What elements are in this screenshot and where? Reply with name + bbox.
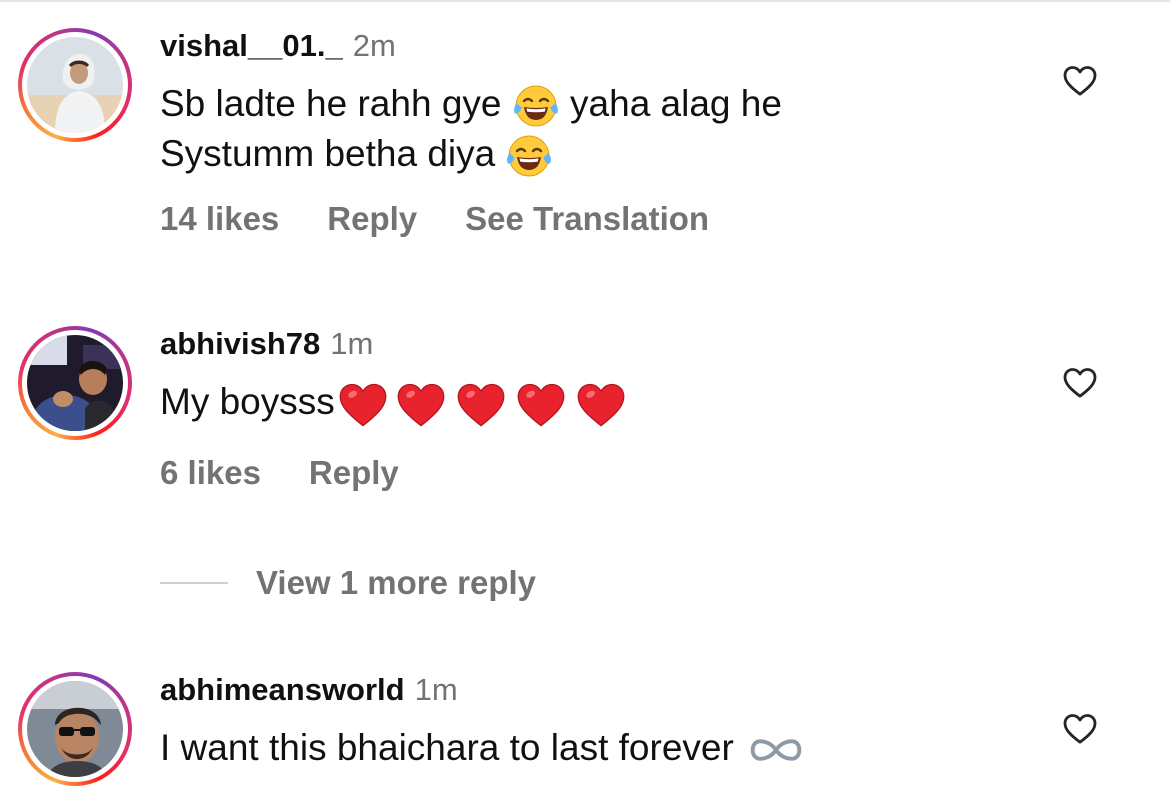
avatar[interactable] [27,37,123,133]
timestamp: 1m [414,672,458,707]
reply-button[interactable]: Reply [309,454,399,491]
comment-text-segment: Sb ladte he rahh gye [160,83,512,124]
avatar-story-ring[interactable] [18,672,132,786]
infinity-emoji-icon [748,733,804,767]
comment-text: My boysss [160,378,631,430]
comment-text-segment: I want this bhaichara to last forever [160,727,734,768]
red-heart-emoji-icon [391,378,451,430]
username[interactable]: abhimeansworld [160,672,405,707]
joy-emoji-icon [512,82,560,130]
view-more-replies-label[interactable]: View 1 more reply [256,564,536,601]
username[interactable]: abhivish78 [160,326,320,361]
heart-outline-icon[interactable] [1060,362,1100,402]
reply-thread-line [160,582,228,584]
likes-count[interactable]: 6 likes [160,454,261,491]
likes-count[interactable]: 14 likes [160,200,279,237]
comment-text-segment: Systumm betha diya [160,133,506,175]
comment-text-segment: yaha alag he [559,83,782,124]
heart-outline-icon[interactable] [1060,60,1100,100]
comment-text: I want this bhaichara to last forever [160,724,804,772]
avatar[interactable] [27,335,123,431]
avatar[interactable] [27,681,123,777]
comment-text-segment: My boysss [160,381,335,422]
see-translation-button[interactable]: See Translation [465,200,709,237]
view-more-replies-button[interactable]: View 1 more reply [160,564,536,602]
red-heart-emoji-icon [511,378,571,430]
timestamp: 1m [330,326,374,361]
red-heart-emoji-icon [335,378,391,430]
reply-button[interactable]: Reply [327,200,417,237]
timestamp: 2m [352,28,396,63]
username[interactable]: vishal__01._ [160,28,343,63]
joy-emoji-icon [505,132,553,180]
heart-outline-icon[interactable] [1060,708,1100,748]
top-divider [0,0,1170,2]
red-heart-emoji-icon [571,378,631,430]
comment-text: Sb ladte he rahh gye yaha alag he Systum… [160,80,782,180]
avatar-story-ring[interactable] [18,28,132,142]
avatar-story-ring[interactable] [18,326,132,440]
red-heart-emoji-icon [451,378,511,430]
